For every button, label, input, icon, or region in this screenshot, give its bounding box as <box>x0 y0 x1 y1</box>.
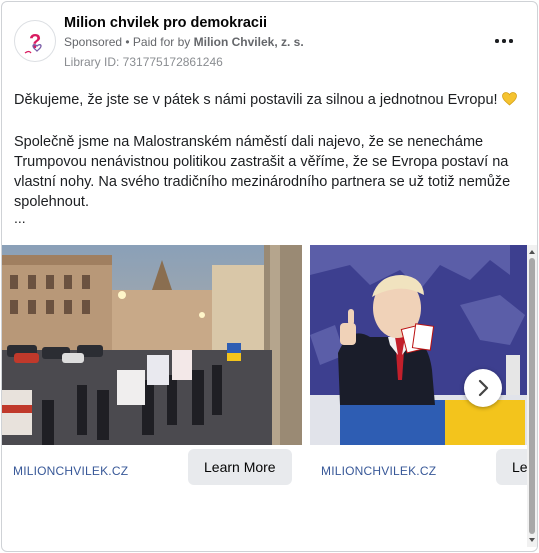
more-options-button[interactable] <box>493 30 517 50</box>
paid-for-org: Milion Chvilek, z. s. <box>193 35 304 49</box>
carousel-scrollbar[interactable] <box>527 245 537 547</box>
sponsored-line: Sponsored • Paid for by Milion Chvilek, … <box>64 35 304 49</box>
page-name[interactable]: Milion chvilek pro demokracii <box>64 15 267 31</box>
carousel-card-1[interactable]: MILIONCHVILEK.CZ Learn More <box>2 245 302 493</box>
post-text: Děkujeme, že jste se v pátek s námi post… <box>14 90 519 212</box>
library-id: Library ID: 731775172861246 <box>64 55 223 69</box>
trump-caricature-photo[interactable] <box>310 245 537 445</box>
more-dot <box>509 39 513 43</box>
learn-more-button[interactable]: Learn More <box>188 449 292 485</box>
more-dot <box>502 39 506 43</box>
scrollbar-thumb[interactable] <box>529 258 535 534</box>
scroll-down-icon[interactable] <box>527 535 537 545</box>
more-horizontal-icon <box>495 39 499 43</box>
sponsored-label: Sponsored <box>64 35 123 49</box>
see-more-ellipsis[interactable]: ... <box>14 210 26 226</box>
milion-chvilek-logo-icon: ? <box>16 22 54 60</box>
paid-for-prefix: • Paid for by <box>125 35 191 49</box>
post-paragraph-2: Společně jsme na Malostranském náměstí d… <box>14 134 511 210</box>
yellow-heart-icon <box>501 92 517 112</box>
scroll-up-icon[interactable] <box>527 247 537 257</box>
demonstration-photo[interactable] <box>2 245 302 445</box>
carousel-next-button[interactable] <box>464 369 502 407</box>
ad-card: ? Milion chvilek pro demokracii Sponsore… <box>1 1 538 552</box>
chevron-right-icon <box>478 379 489 397</box>
card-domain[interactable]: MILIONCHVILEK.CZ <box>321 464 436 478</box>
paragraph-1-text: Děkujeme, že jste se v pátek s námi post… <box>14 92 498 108</box>
post-paragraph-1: Děkujeme, že jste se v pátek s námi post… <box>14 90 519 112</box>
card-domain[interactable]: MILIONCHVILEK.CZ <box>13 464 128 478</box>
page-avatar[interactable]: ? <box>14 20 56 62</box>
